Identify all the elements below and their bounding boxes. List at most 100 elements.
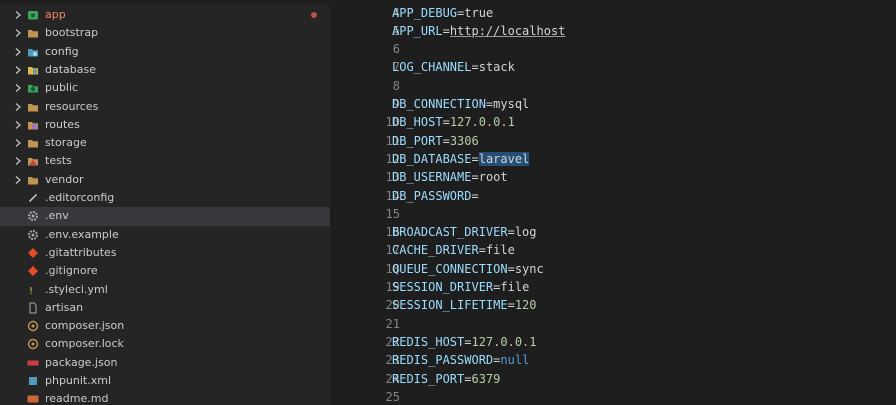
code-line[interactable]: 8 bbox=[330, 78, 896, 96]
git-icon bbox=[27, 265, 39, 277]
folder-config[interactable]: config bbox=[0, 43, 330, 61]
tree-item-label: routes bbox=[45, 117, 80, 131]
code-text: REDIS_PASSWORD=null bbox=[392, 353, 529, 367]
env-value: mysql bbox=[493, 97, 530, 111]
equals-sign: = bbox=[471, 60, 479, 75]
code-line[interactable]: 12 DB_DATABASE=laravel bbox=[330, 151, 896, 169]
file-dot-env[interactable]: .env bbox=[0, 207, 330, 226]
code-line[interactable]: 19 SESSION_DRIVER=file bbox=[330, 279, 896, 297]
env-key: CACHE_DRIVER bbox=[392, 243, 479, 258]
code-line[interactable]: 6 bbox=[330, 41, 896, 59]
chevron-right-icon[interactable] bbox=[13, 175, 23, 185]
file-dot-styleci-yml[interactable]: ! .styleci.yml bbox=[0, 281, 330, 299]
git-icon bbox=[27, 247, 39, 259]
code-text: APP_URL=http://localhost bbox=[392, 24, 565, 38]
code-line[interactable]: 24 REDIS_PORT=6379 bbox=[330, 371, 896, 389]
code-line[interactable]: 13 DB_USERNAME=root bbox=[330, 169, 896, 187]
folder-icon bbox=[27, 137, 39, 149]
folder-vendor[interactable]: vendor bbox=[0, 171, 330, 189]
env-key: REDIS_PASSWORD bbox=[392, 353, 494, 368]
env-value: 127.0.0.1 bbox=[449, 115, 515, 130]
chevron-right-icon[interactable] bbox=[13, 120, 23, 130]
env-value: root bbox=[478, 170, 508, 185]
editorconfig-icon bbox=[27, 192, 39, 204]
tree-item-label: composer.lock bbox=[45, 337, 124, 351]
folder-resources[interactable]: resources bbox=[0, 98, 330, 116]
chevron-right-icon[interactable] bbox=[13, 65, 23, 75]
chevron-right-icon[interactable] bbox=[13, 83, 23, 93]
file-readme-md[interactable]: readme.md bbox=[0, 390, 330, 405]
tree-item-label: .env.example bbox=[45, 227, 119, 241]
code-editor[interactable]: 4 APP_DEBUG=true 5 APP_URL=http://localhost… bbox=[330, 0, 896, 405]
env-value: file bbox=[485, 243, 515, 258]
sidebar-top-edge bbox=[0, 0, 330, 5]
chevron-right-icon[interactable] bbox=[13, 47, 23, 57]
file-phpunit-xml[interactable]: phpunit.xml bbox=[0, 372, 330, 390]
code-text: REDIS_HOST=127.0.0.1 bbox=[392, 335, 537, 349]
equals-sign: = bbox=[507, 261, 515, 276]
code-line[interactable]: 25 bbox=[330, 389, 896, 405]
code-line[interactable]: 15 bbox=[330, 206, 896, 224]
equals-sign: = bbox=[478, 243, 486, 258]
file-icon bbox=[27, 302, 39, 314]
line-number: 22 bbox=[385, 334, 400, 349]
line-number: 11 bbox=[385, 133, 400, 148]
code-line[interactable]: 16 BROADCAST_DRIVER=log bbox=[330, 224, 896, 242]
env-key: DB_HOST bbox=[392, 115, 443, 130]
equals-sign: = bbox=[442, 115, 450, 130]
folder-routes[interactable]: routes bbox=[0, 116, 330, 134]
chevron-right-icon[interactable] bbox=[13, 156, 23, 166]
line-number: 4 bbox=[392, 5, 400, 20]
folder-database[interactable]: database bbox=[0, 61, 330, 79]
code-line[interactable]: 9 DB_CONNECTION=mysql bbox=[330, 96, 896, 114]
tests-folder-icon bbox=[27, 155, 39, 167]
folder-app[interactable]: app bbox=[0, 6, 330, 24]
code-line[interactable]: 21 bbox=[330, 316, 896, 334]
folder-bootstrap[interactable]: bootstrap bbox=[0, 24, 330, 42]
env-key: BROADCAST_DRIVER bbox=[392, 225, 508, 240]
env-value: laravel bbox=[478, 151, 530, 166]
file-dot-gitattributes[interactable]: .gitattributes bbox=[0, 244, 330, 262]
code-line[interactable]: 22 REDIS_HOST=127.0.0.1 bbox=[330, 334, 896, 352]
line-number: 13 bbox=[385, 170, 400, 185]
app-folder-icon bbox=[27, 9, 39, 21]
code-line[interactable]: 18 QUEUE_CONNECTION=sync bbox=[330, 261, 896, 279]
line-number: 18 bbox=[385, 261, 400, 276]
code-line[interactable]: 14 DB_PASSWORD= bbox=[330, 188, 896, 206]
code-line[interactable]: 23 REDIS_PASSWORD=null bbox=[330, 352, 896, 370]
file-composer-json[interactable]: composer.json bbox=[0, 317, 330, 335]
code-line[interactable]: 10 DB_HOST=127.0.0.1 bbox=[330, 114, 896, 132]
tree-item-label: readme.md bbox=[45, 392, 109, 405]
code-line[interactable]: 20 SESSION_LIFETIME=120 bbox=[330, 297, 896, 315]
code-line[interactable]: 17 CACHE_DRIVER=file bbox=[330, 242, 896, 260]
folder-public[interactable]: public bbox=[0, 79, 330, 97]
code-line[interactable]: 5 APP_URL=http://localhost bbox=[330, 23, 896, 41]
line-number: 6 bbox=[392, 42, 400, 57]
file-dot-gitignore[interactable]: .gitignore bbox=[0, 262, 330, 280]
chevron-right-icon[interactable] bbox=[13, 138, 23, 148]
code-text: DB_PASSWORD= bbox=[392, 189, 479, 203]
code-line[interactable]: 4 APP_DEBUG=true bbox=[330, 5, 896, 23]
code-text: CACHE_DRIVER=file bbox=[392, 243, 515, 257]
code-line[interactable]: 7 LOG_CHANNEL=stack bbox=[330, 59, 896, 77]
code-line[interactable]: 11 DB_PORT=3306 bbox=[330, 133, 896, 151]
env-key: DB_DATABASE bbox=[392, 151, 472, 166]
env-value: file bbox=[500, 280, 530, 294]
line-number: 7 bbox=[392, 60, 400, 75]
chevron-right-icon[interactable] bbox=[13, 28, 23, 38]
file-dot-editorconfig[interactable]: .editorconfig bbox=[0, 189, 330, 207]
line-number: 23 bbox=[385, 353, 400, 368]
env-value: stack bbox=[478, 60, 515, 75]
file-artisan[interactable]: artisan bbox=[0, 299, 330, 317]
file-package-json[interactable]: package.json bbox=[0, 354, 330, 372]
file-dot-env-example[interactable]: .env.example bbox=[0, 226, 330, 244]
chevron-right-icon[interactable] bbox=[13, 102, 23, 112]
chevron-right-icon[interactable] bbox=[13, 10, 23, 20]
tree-item-label: .env bbox=[45, 209, 69, 223]
folder-tests[interactable]: tests bbox=[0, 152, 330, 170]
code-text: DB_PORT=3306 bbox=[392, 134, 479, 148]
file-composer-lock[interactable]: composer.lock bbox=[0, 335, 330, 353]
tree-item-label: composer.json bbox=[45, 319, 125, 333]
folder-storage[interactable]: storage bbox=[0, 134, 330, 152]
env-key: DB_PORT bbox=[392, 133, 443, 148]
